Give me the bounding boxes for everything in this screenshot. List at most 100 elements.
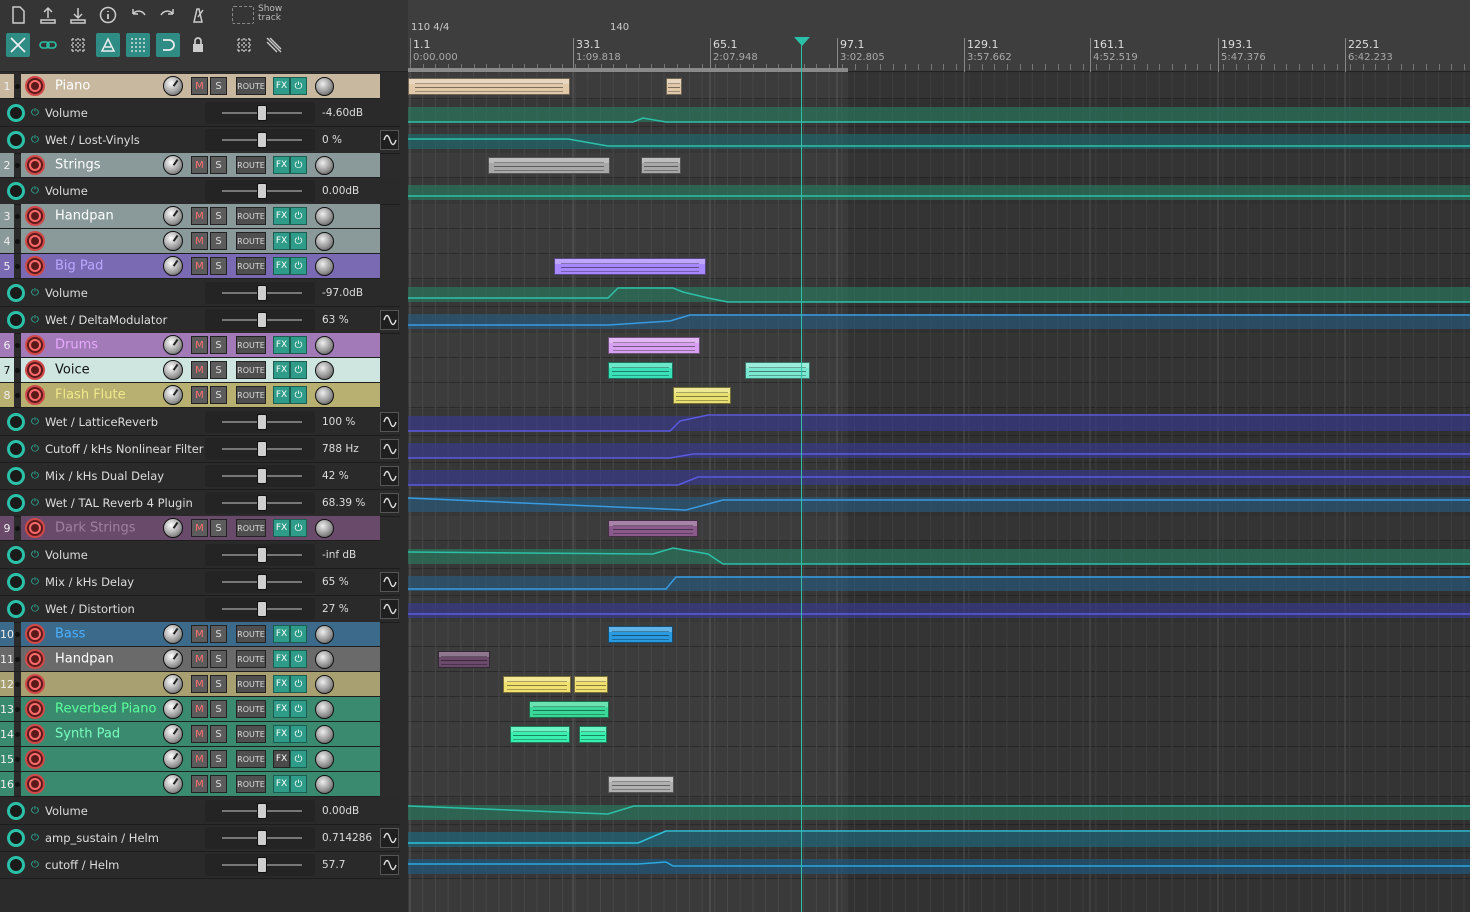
fx-button[interactable]: FX	[273, 750, 290, 768]
record-arm-button[interactable]	[25, 76, 45, 96]
snap-icon[interactable]	[96, 33, 120, 57]
fx-button[interactable]: FX	[273, 650, 290, 668]
solo-button[interactable]: S	[210, 675, 227, 693]
envelope-lane-header[interactable]: ⏻ Wet / DeltaModulator 63 %	[0, 307, 400, 334]
fx-button[interactable]: FX	[273, 725, 290, 743]
envelope-arm-button[interactable]	[7, 600, 25, 618]
volume-knob[interactable]	[163, 649, 183, 669]
track-name[interactable]: Piano	[55, 79, 90, 94]
media-item[interactable]	[666, 78, 682, 95]
track-name[interactable]: Voice	[55, 363, 90, 378]
mute-button[interactable]: M	[191, 386, 208, 404]
track-select-dot[interactable]	[15, 732, 20, 737]
pan-knob[interactable]	[315, 625, 334, 644]
fx-button[interactable]: FX	[273, 156, 290, 174]
media-item[interactable]	[488, 157, 610, 174]
solo-button[interactable]: S	[210, 232, 227, 250]
track-header[interactable]: 9 Dark Strings M S ROUTE FX ⏻	[0, 516, 380, 541]
envelope-bypass-icon[interactable]: ⏻	[31, 315, 39, 326]
track-name[interactable]: Flash Flute	[55, 388, 126, 403]
envelope-arm-button[interactable]	[7, 802, 25, 820]
envelope-lane-header[interactable]: ⏻ Volume -4.60dB	[0, 100, 400, 127]
modulation-icon[interactable]	[380, 466, 399, 486]
pan-knob[interactable]	[315, 232, 334, 251]
modulation-icon[interactable]	[380, 412, 399, 432]
show-track-toggle[interactable]	[232, 6, 254, 24]
route-button[interactable]: ROUTE	[236, 361, 266, 379]
pan-knob[interactable]	[315, 675, 334, 694]
modulation-icon[interactable]	[380, 855, 399, 875]
envelope-arm-button[interactable]	[7, 284, 25, 302]
solo-button[interactable]: S	[210, 207, 227, 225]
mute-button[interactable]: M	[191, 336, 208, 354]
media-item[interactable]	[608, 776, 674, 793]
track-header[interactable]: 4 M S ROUTE FX ⏻	[0, 229, 380, 254]
envelope-lane-header[interactable]: ⏻ Mix / kHs Dual Delay 42 %	[0, 463, 400, 490]
track-name[interactable]: Handpan	[55, 209, 114, 224]
record-arm-button[interactable]	[25, 256, 45, 276]
envelope-bypass-icon[interactable]: ⏻	[31, 577, 39, 588]
record-arm-button[interactable]	[25, 335, 45, 355]
fx-bypass-button[interactable]: ⏻	[290, 156, 307, 174]
media-item[interactable]	[673, 387, 731, 404]
route-button[interactable]: ROUTE	[236, 386, 266, 404]
envelope-arm-button[interactable]	[7, 182, 25, 200]
route-button[interactable]: ROUTE	[236, 775, 266, 793]
envelope-slider-thumb[interactable]	[257, 547, 267, 563]
track-select-dot[interactable]	[15, 707, 20, 712]
route-button[interactable]: ROUTE	[236, 336, 266, 354]
envelope-slider-thumb[interactable]	[257, 803, 267, 819]
track-lanes[interactable]	[408, 72, 1470, 912]
track-select-dot[interactable]	[15, 343, 20, 348]
fx-bypass-button[interactable]: ⏻	[290, 725, 307, 743]
fx-bypass-button[interactable]: ⏻	[290, 775, 307, 793]
track-select-dot[interactable]	[15, 657, 20, 662]
envelope-bypass-icon[interactable]: ⏻	[31, 498, 39, 509]
playhead-marker[interactable]	[794, 37, 810, 46]
solo-button[interactable]: S	[210, 625, 227, 643]
envelope-slider-thumb[interactable]	[257, 495, 267, 511]
envelope-tool-icon[interactable]	[262, 33, 286, 57]
envelope-lane-header[interactable]: ⏻ Volume -inf dB	[0, 542, 400, 569]
modulation-icon[interactable]	[380, 599, 399, 619]
volume-knob[interactable]	[163, 518, 183, 538]
solo-button[interactable]: S	[210, 77, 227, 95]
media-item[interactable]	[608, 520, 698, 537]
fx-bypass-button[interactable]: ⏻	[290, 361, 307, 379]
fx-bypass-button[interactable]: ⏻	[290, 625, 307, 643]
pan-knob[interactable]	[315, 77, 334, 96]
route-button[interactable]: ROUTE	[236, 750, 266, 768]
volume-knob[interactable]	[163, 749, 183, 769]
envelope-arm-button[interactable]	[7, 829, 25, 847]
volume-knob[interactable]	[163, 206, 183, 226]
track-header[interactable]: 10 Bass M S ROUTE FX ⏻	[0, 622, 380, 647]
envelope-lane-header[interactable]: ⏻ Wet / TAL Reverb 4 Plugin 68.39 %	[0, 490, 400, 517]
mute-button[interactable]: M	[191, 156, 208, 174]
envelope-slider-thumb[interactable]	[257, 830, 267, 846]
track-name[interactable]: Handpan	[55, 652, 114, 667]
ripple-icon[interactable]	[6, 33, 30, 57]
mute-button[interactable]: M	[191, 675, 208, 693]
lock-icon[interactable]	[186, 33, 210, 57]
envelope-slider-thumb[interactable]	[257, 414, 267, 430]
pan-knob[interactable]	[315, 156, 334, 175]
track-select-dot[interactable]	[15, 526, 20, 531]
mute-button[interactable]: M	[191, 625, 208, 643]
envelope-slider-thumb[interactable]	[257, 105, 267, 121]
volume-knob[interactable]	[163, 231, 183, 251]
envelope-arm-button[interactable]	[7, 311, 25, 329]
quantize-icon[interactable]	[126, 33, 150, 57]
solo-button[interactable]: S	[210, 725, 227, 743]
solo-button[interactable]: S	[210, 336, 227, 354]
volume-knob[interactable]	[163, 256, 183, 276]
envelope-slider-thumb[interactable]	[257, 574, 267, 590]
mute-button[interactable]: M	[191, 775, 208, 793]
pan-knob[interactable]	[315, 519, 334, 538]
volume-knob[interactable]	[163, 335, 183, 355]
link-icon[interactable]	[36, 33, 60, 57]
track-select-dot[interactable]	[15, 682, 20, 687]
mute-button[interactable]: M	[191, 725, 208, 743]
volume-knob[interactable]	[163, 155, 183, 175]
tempo-marker[interactable]: 140	[610, 22, 629, 33]
route-button[interactable]: ROUTE	[236, 257, 266, 275]
